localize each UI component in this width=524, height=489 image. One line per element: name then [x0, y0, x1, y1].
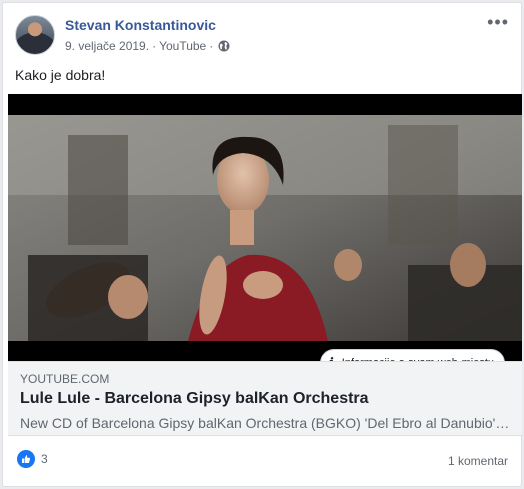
- reactions-summary[interactable]: 3: [17, 450, 48, 468]
- globe-icon[interactable]: [218, 40, 230, 52]
- like-icon: [17, 450, 35, 468]
- author-avatar[interactable]: [15, 15, 55, 55]
- post-meta: 9. veljače 2019. · YouTube ·: [65, 39, 230, 53]
- reaction-count: 3: [41, 452, 48, 466]
- post-date[interactable]: 9. veljače 2019.: [65, 39, 149, 53]
- author-name[interactable]: Stevan Konstantinovic: [65, 17, 216, 33]
- post-text: Kako je dobra!: [15, 67, 106, 83]
- link-preview[interactable]: YOUTUBE.COM Lule Lule - Barcelona Gipsy …: [8, 361, 522, 436]
- post-source: YouTube: [159, 39, 207, 53]
- video-player[interactable]: [8, 94, 522, 361]
- more-options-icon[interactable]: •••: [487, 13, 509, 31]
- link-description: New CD of Barcelona Gipsy balKan Orchest…: [20, 415, 510, 431]
- meta-separator-2: ·: [209, 39, 214, 53]
- video-thumbnail: [8, 115, 522, 341]
- comment-count[interactable]: 1 komentar: [448, 454, 508, 468]
- meta-separator: ·: [152, 39, 157, 53]
- link-title[interactable]: Lule Lule - Barcelona Gipsy balKan Orche…: [20, 390, 369, 408]
- post-card: Stevan Konstantinovic 9. veljače 2019. ·…: [2, 2, 522, 487]
- link-domain: YOUTUBE.COM: [20, 372, 110, 386]
